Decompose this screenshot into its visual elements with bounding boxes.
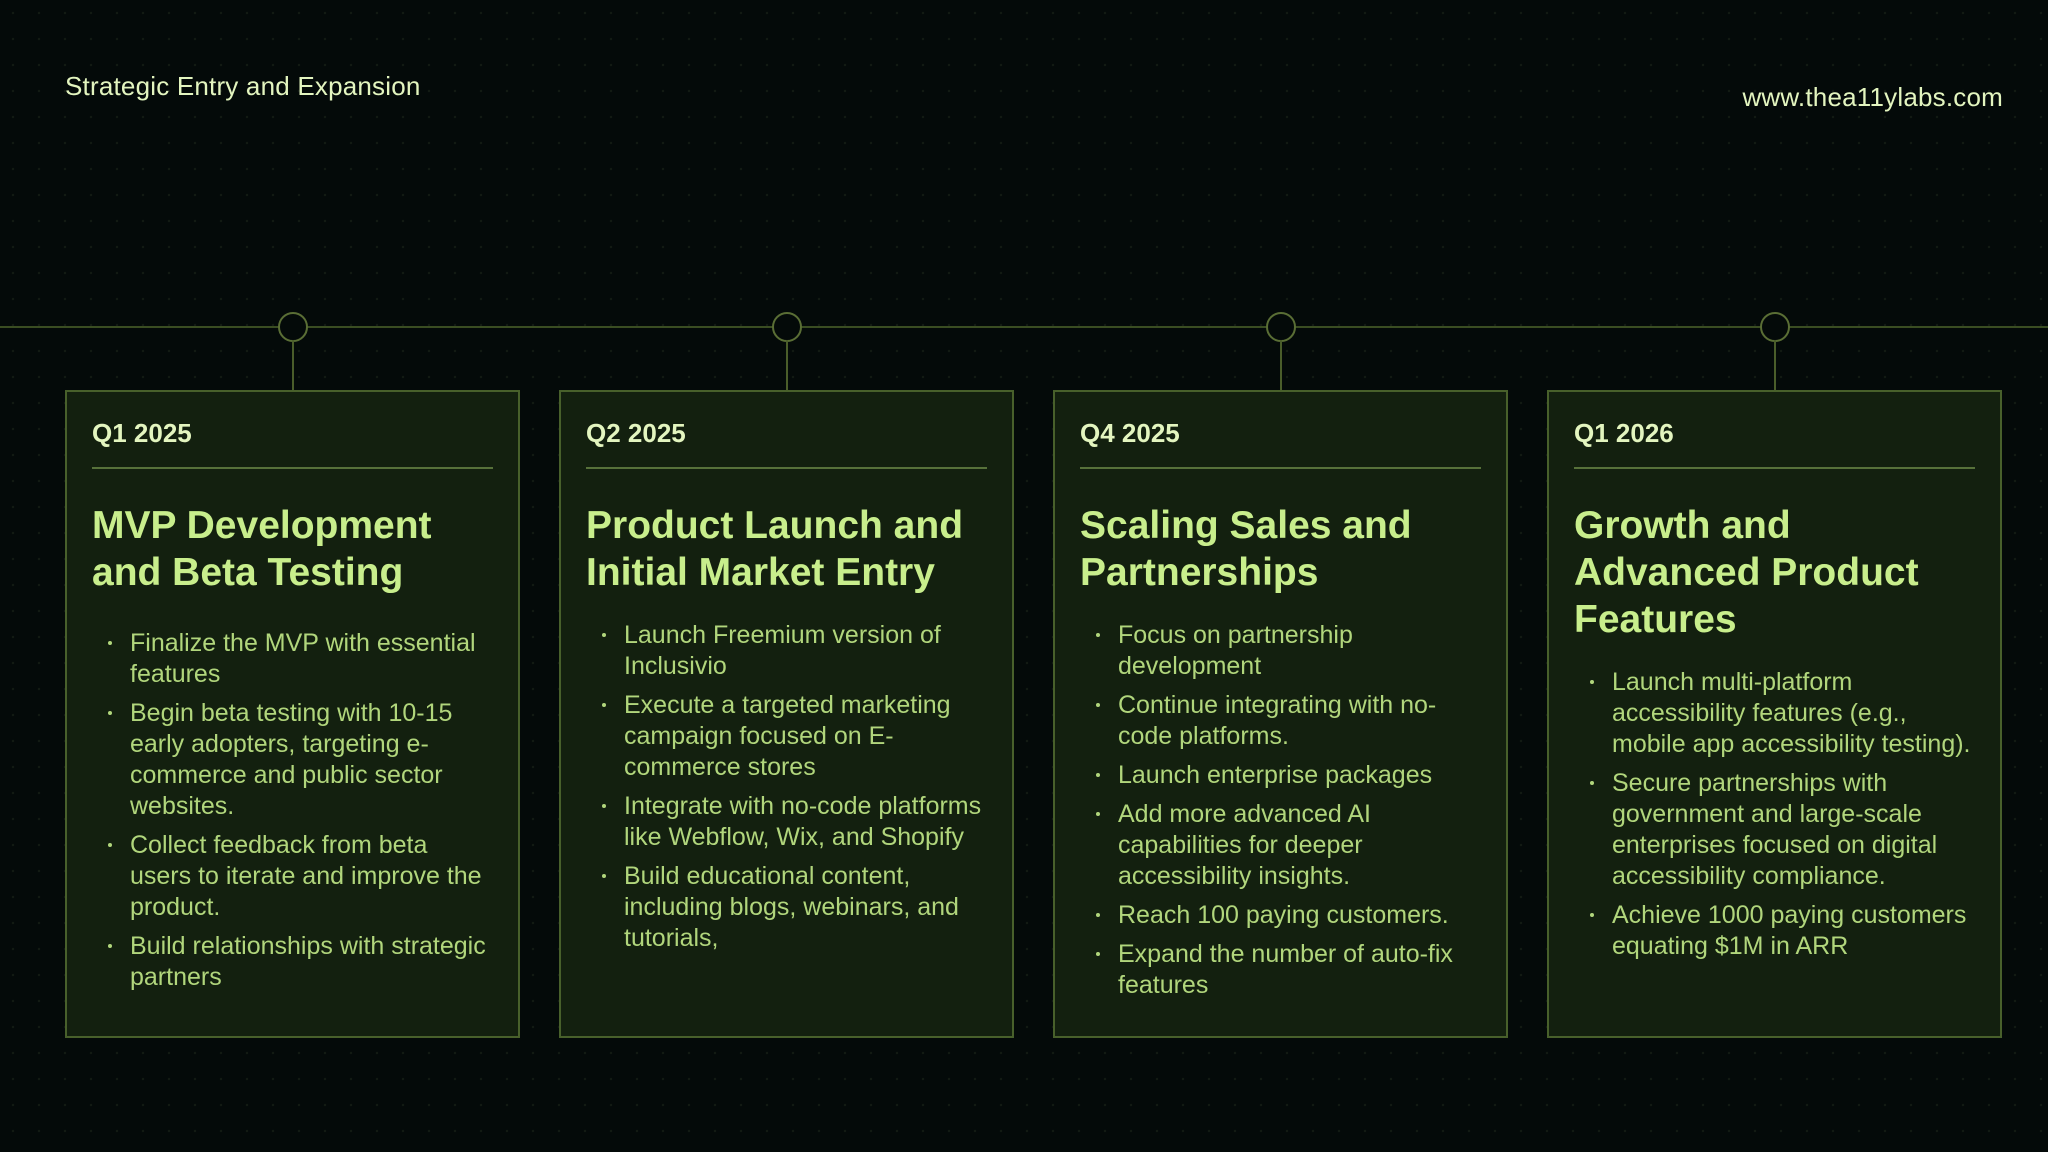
milestone-quarter: Q4 2025: [1080, 418, 1180, 448]
timeline-connector: [1774, 340, 1776, 391]
milestone-items: Finalize the MVP with essential features…: [92, 628, 493, 993]
timeline-connector: [786, 340, 788, 391]
milestone-divider: [1574, 467, 1975, 469]
milestone-item: Collect feedback from beta users to iter…: [108, 830, 493, 923]
milestone-title: MVP Development and Beta Testing: [92, 504, 432, 594]
milestone-divider: [586, 467, 987, 469]
milestone-items: Launch Freemium version of Inclusivio Exe…: [586, 620, 987, 954]
milestone-divider: [92, 467, 493, 469]
timeline-node: [1266, 312, 1296, 342]
milestone-item: Continue integrating with no-code platfo…: [1096, 690, 1481, 752]
milestone-item: Achieve 1000 paying customers equating $…: [1590, 900, 1975, 962]
milestone-item: Build relationships with strategic partn…: [108, 931, 493, 993]
milestone-divider: [1080, 467, 1481, 469]
milestone-item: Add more advanced AI capabilities for de…: [1096, 799, 1481, 892]
milestone-item: Integrate with no-code platforms like We…: [602, 791, 987, 853]
milestone-quarter: Q1 2026: [1574, 418, 1674, 448]
milestone-quarter: Q2 2025: [586, 418, 686, 448]
milestone-card: Q4 2025 Scaling Sales and Partnerships Foc…: [1053, 390, 1508, 1038]
milestone-item: Launch multi-platform accessibility feat…: [1590, 667, 1975, 760]
milestone-item: Build educational content, including blo…: [602, 861, 987, 954]
timeline-node: [772, 312, 802, 342]
milestone-item: Secure partnerships with government and …: [1590, 768, 1975, 892]
milestone-card: Q1 2026 Growth and Advanced Product Featu…: [1547, 390, 2002, 1038]
timeline-node: [1760, 312, 1790, 342]
website-url: www.thea11ylabs.com: [1742, 82, 2003, 112]
timeline-connector: [1280, 340, 1282, 391]
milestone-item: Launch Freemium version of Inclusivio: [602, 620, 987, 682]
page-title: Strategic Entry and Expansion: [65, 71, 421, 101]
milestone-title: Product Launch and Initial Market Entry: [586, 504, 964, 594]
milestone-card: Q1 2025 MVP Development and Beta Testing F…: [65, 390, 520, 1038]
milestone-item: Begin beta testing with 10-15 early adop…: [108, 698, 493, 822]
milestone-items: Focus on partnership development Continue…: [1080, 620, 1481, 1001]
timeline-connector: [292, 340, 294, 391]
milestone-item: Expand the number of auto-fix features: [1096, 939, 1481, 1001]
milestone-title: Growth and Advanced Product Features: [1574, 504, 1919, 641]
milestone-item: Finalize the MVP with essential features: [108, 628, 493, 690]
milestone-card: Q2 2025 Product Launch and Initial Market…: [559, 390, 1014, 1038]
milestone-items: Launch multi-platform accessibility feat…: [1574, 667, 1975, 962]
milestone-item: Reach 100 paying customers.: [1096, 900, 1481, 931]
milestone-title: Scaling Sales and Partnerships: [1080, 504, 1412, 594]
milestone-item: Focus on partnership development: [1096, 620, 1481, 682]
milestone-quarter: Q1 2025: [92, 418, 192, 448]
timeline-node: [278, 312, 308, 342]
milestone-item: Launch enterprise packages: [1096, 760, 1481, 791]
milestone-item: Execute a targeted marketing campaign fo…: [602, 690, 987, 783]
